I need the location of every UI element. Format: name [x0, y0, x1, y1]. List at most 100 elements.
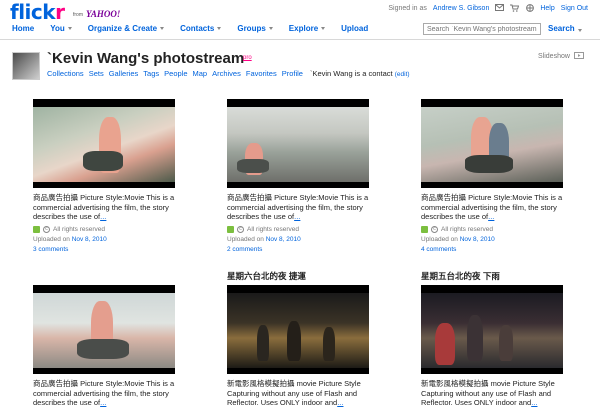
uploaded-line: Uploaded on Nov 8, 2010 [421, 236, 571, 243]
photo-description: 商品廣告拍攝 Picture Style:Movie This is a com… [421, 193, 565, 222]
photo-title[interactable] [227, 84, 377, 96]
nav-organize[interactable]: Organize & Create [87, 24, 165, 33]
sign-out-link[interactable]: Sign Out [561, 5, 588, 12]
slideshow-button[interactable]: Slideshow [538, 52, 584, 61]
photo-title[interactable] [421, 84, 571, 96]
photo-card: 商品廣告拍攝 Picture Style:Movie This is a com… [33, 84, 183, 253]
flickr-logo[interactable]: flickr [10, 1, 65, 23]
photo-title[interactable] [33, 270, 183, 282]
photo-meta: c All rights reserved [227, 225, 377, 233]
privacy-icon [33, 225, 40, 233]
signed-in-label: Signed in as [388, 4, 427, 12]
contact-note: `Kevin Wang is a contact (edit) [310, 69, 410, 78]
uploaded-date[interactable]: Nov 8, 2010 [266, 236, 301, 243]
pro-badge[interactable]: pro [243, 55, 252, 61]
uploaded-date[interactable]: Nov 8, 2010 [460, 236, 495, 243]
uploaded-prefix: Uploaded on [421, 235, 458, 243]
contact-note-text: `Kevin Wang is a contact [309, 69, 393, 78]
photo-meta: c All rights reserved [421, 225, 571, 233]
photo-card: 商品廣告拍攝 Picture Style:Movie This is a com… [227, 84, 377, 253]
photo-thumbnail[interactable] [33, 285, 175, 374]
subnav-collections[interactable]: Collections [47, 69, 84, 78]
photo-description: 商品廣告拍攝 Picture Style:Movie This is a com… [33, 379, 177, 408]
uploaded-line: Uploaded on Nov 8, 2010 [33, 236, 183, 243]
subnav-tags[interactable]: Tags [143, 69, 159, 78]
nav-you[interactable]: You [50, 24, 72, 33]
user-bar: Signed in as Andrew S. Gibson Help Sign … [388, 4, 588, 12]
photo-meta: c All rights reserved [33, 225, 183, 233]
more-link[interactable]: ... [100, 398, 106, 407]
photo-description: 商品廣告拍攝 Picture Style:Movie This is a com… [227, 193, 371, 222]
subnav-people[interactable]: People [164, 69, 187, 78]
subnav-map[interactable]: Map [193, 69, 208, 78]
comments-link[interactable]: 4 comments [421, 246, 571, 253]
username-link[interactable]: Andrew S. Gibson [433, 5, 489, 12]
more-link[interactable]: ... [531, 398, 537, 407]
photo-thumbnail[interactable] [421, 285, 563, 374]
from-label: from [73, 12, 83, 18]
more-link[interactable]: ... [488, 212, 494, 221]
chevron-down-icon [268, 27, 273, 30]
subnav-galleries[interactable]: Galleries [109, 69, 139, 78]
nav-home-label: Home [12, 24, 35, 33]
globe-icon[interactable] [525, 4, 534, 12]
photo-thumbnail[interactable] [33, 99, 175, 188]
nav-explore-label: Explore [288, 24, 319, 33]
photo-title[interactable] [33, 84, 183, 96]
nav-groups[interactable]: Groups [237, 24, 273, 33]
nav-contacts[interactable]: Contacts [180, 24, 222, 33]
nav-groups-label: Groups [237, 24, 266, 33]
nav-you-label: You [50, 24, 65, 33]
nav-explore[interactable]: Explore [288, 24, 326, 33]
photo-thumbnail[interactable] [227, 285, 369, 374]
page-title: `Kevin Wang's photostream [47, 50, 245, 67]
uploaded-prefix: Uploaded on [33, 235, 70, 243]
more-link[interactable]: ... [100, 212, 106, 221]
rights-text[interactable]: All rights reserved [441, 226, 493, 233]
main-nav: Home You Organize & Create Contacts Grou… [0, 21, 600, 40]
copyright-icon: c [237, 225, 244, 233]
photo-title[interactable]: 星期五台北的夜 下雨 [421, 270, 571, 282]
photo-card: 商品廣告拍攝 Picture Style:Movie This is a com… [33, 270, 183, 408]
chevron-down-icon[interactable] [578, 29, 582, 32]
edit-contact-link[interactable]: (edit) [395, 71, 410, 78]
yahoo-logo[interactable]: YAHOO! [86, 9, 120, 19]
rights-text[interactable]: All rights reserved [53, 226, 105, 233]
subnav-sets[interactable]: Sets [89, 69, 104, 78]
photo-title[interactable]: 星期六台北的夜 捷運 [227, 270, 377, 282]
subnav-profile[interactable]: Profile [282, 69, 303, 78]
slideshow-icon [573, 52, 584, 61]
slideshow-label: Slideshow [538, 53, 570, 60]
nav-upload-label: Upload [341, 24, 369, 33]
more-link[interactable]: ... [337, 398, 343, 407]
photo-thumbnail[interactable] [421, 99, 563, 188]
nav-home[interactable]: Home [12, 24, 34, 33]
photo-card: 星期五台北的夜 下雨 新電影風格模擬拍攝 movie Picture Style… [421, 270, 571, 408]
more-link[interactable]: ... [294, 212, 300, 221]
avatar[interactable] [12, 52, 40, 80]
copyright-icon: c [431, 225, 438, 233]
search-input[interactable] [423, 23, 541, 35]
uploaded-prefix: Uploaded on [227, 235, 264, 243]
privacy-icon [421, 225, 428, 233]
rights-text[interactable]: All rights reserved [247, 226, 299, 233]
chevron-down-icon [217, 27, 222, 30]
comments-link[interactable]: 2 comments [227, 246, 377, 253]
privacy-icon [227, 225, 234, 233]
photo-card: 星期六台北的夜 捷運 新電影風格模擬拍攝 movie Picture Style… [227, 270, 377, 408]
nav-upload[interactable]: Upload [341, 24, 368, 33]
comments-link[interactable]: 3 comments [33, 246, 183, 253]
nav-contacts-label: Contacts [180, 24, 215, 33]
nav-organize-label: Organize & Create [87, 24, 158, 33]
subnav-archives[interactable]: Archives [212, 69, 241, 78]
subnav-favorites[interactable]: Favorites [246, 69, 277, 78]
search-button[interactable]: Search [548, 24, 575, 33]
help-link[interactable]: Help [540, 5, 554, 12]
uploaded-date[interactable]: Nov 8, 2010 [72, 236, 107, 243]
mail-icon[interactable] [495, 4, 505, 12]
uploaded-line: Uploaded on Nov 8, 2010 [227, 236, 377, 243]
chevron-down-icon [67, 27, 72, 30]
chevron-down-icon [321, 27, 326, 30]
cart-icon[interactable] [510, 4, 520, 12]
photo-thumbnail[interactable] [227, 99, 369, 188]
